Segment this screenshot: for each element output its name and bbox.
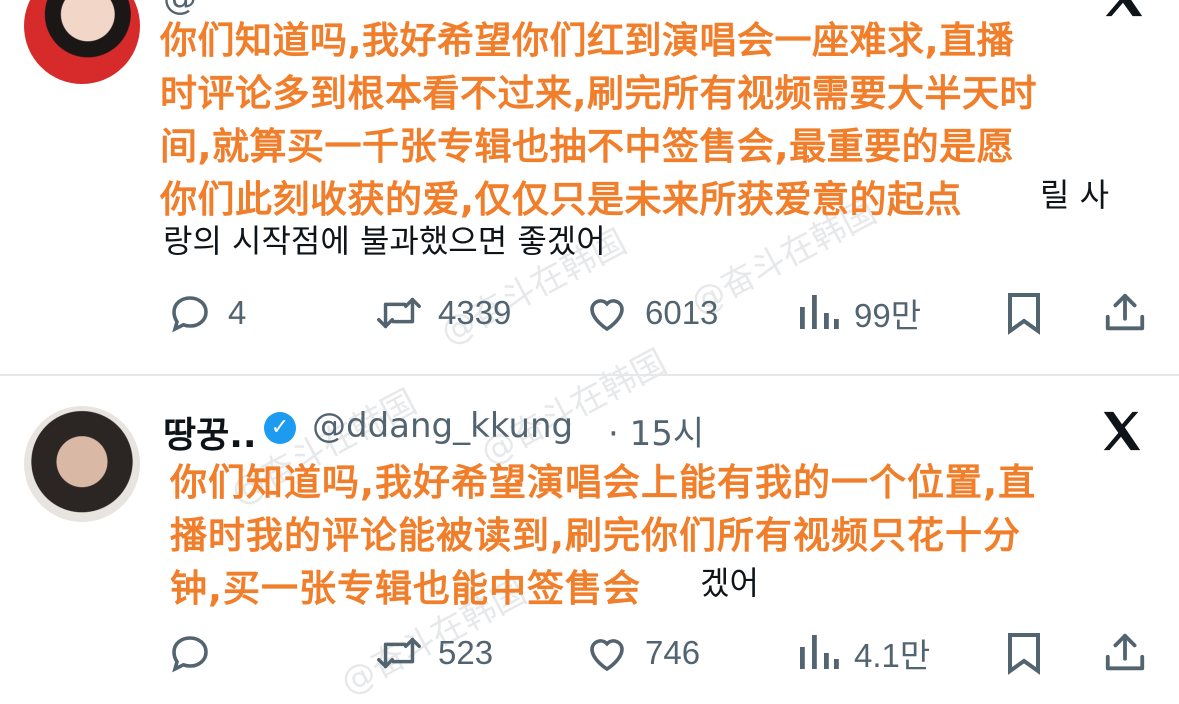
- user-handle[interactable]: @ddang_kkung: [312, 406, 573, 446]
- reply-icon: [172, 636, 208, 673]
- reply-icon: [172, 296, 208, 333]
- x-logo-icon: [1105, 0, 1143, 17]
- overlay-line: 播时我的评论能被读到,刷完你们所有视频只花十分: [170, 514, 1022, 557]
- retweet-button[interactable]: 4339: [374, 288, 511, 338]
- timestamp[interactable]: · 15시: [608, 406, 704, 455]
- tweet-card[interactable]: 땅꿍.. ✓ @ddang_kkung · 15시 你们知道吗,我好希望演唱会上…: [0, 376, 1179, 692]
- avatar[interactable]: [24, 406, 140, 522]
- overlay-line: 时评论多到根本看不过来,刷完所有视频需要大半天时: [160, 72, 1038, 115]
- views-button[interactable]: 99만: [796, 288, 921, 338]
- overlay-text: 你们知道吗,我好希望你们红到演唱会一座难求,直播 时评论多到根本看不过来,刷完所…: [160, 14, 1037, 226]
- tweet-text: 릴 사: [1040, 176, 1110, 214]
- views-count: 99만: [854, 297, 922, 334]
- share-icon: [1105, 293, 1145, 331]
- reply-button[interactable]: [166, 628, 228, 678]
- retweet-icon: [377, 297, 421, 329]
- action-bar: 4 4339 6013 99만: [0, 288, 1179, 338]
- bookmark-icon: [1008, 293, 1040, 335]
- views-button[interactable]: 4.1만: [796, 628, 930, 678]
- reply-button[interactable]: 4: [166, 288, 246, 338]
- retweet-icon: [377, 637, 421, 669]
- like-icon: [590, 299, 624, 332]
- verified-badge-icon: ✓: [264, 412, 296, 444]
- views-count: 4.1만: [854, 637, 931, 674]
- overlay-line: 你们知道吗,我好希望你们红到演唱会一座难求,直播: [160, 19, 1015, 62]
- like-button[interactable]: 746: [583, 628, 700, 678]
- views-icon: [800, 635, 839, 669]
- share-button[interactable]: [1102, 628, 1148, 678]
- share-icon: [1105, 633, 1145, 671]
- like-count: 746: [645, 634, 701, 671]
- tweet-text: 랑의 시작점에 불과했으면 좋겠어: [163, 222, 606, 260]
- overlay-line: 钟,买一张专辑也能中签售会: [170, 567, 642, 610]
- overlay-text: 你们知道吗,我好希望演唱会上能有我的一个位置,直 播时我的评论能被读到,刷完你们…: [170, 456, 1036, 615]
- like-count: 6013: [645, 294, 719, 331]
- avatar[interactable]: [24, 0, 140, 84]
- share-button[interactable]: [1102, 288, 1148, 338]
- like-icon: [590, 639, 624, 672]
- retweet-count: 4339: [438, 294, 512, 331]
- bookmark-button[interactable]: [1002, 288, 1046, 338]
- x-logo-icon: [1103, 411, 1141, 451]
- display-name[interactable]: 땅꿍..: [163, 406, 257, 458]
- action-bar: 523 746 4.1만: [0, 628, 1179, 678]
- overlay-line: 间,就算买一千张专辑也抽不中签售会,最重要的是愿: [160, 125, 1015, 168]
- bookmark-button[interactable]: [1002, 628, 1046, 678]
- bookmark-icon: [1008, 633, 1040, 675]
- retweet-count: 523: [438, 634, 494, 671]
- retweet-button[interactable]: 523: [374, 628, 493, 678]
- tweet-card[interactable]: @ 你们知道吗,我好希望你们红到演唱会一座难求,直播 时评论多到根本看不过来,刷…: [0, 0, 1179, 374]
- overlay-line: 你们知道吗,我好希望演唱会上能有我的一个位置,直: [170, 461, 1037, 504]
- like-button[interactable]: 6013: [583, 288, 718, 338]
- tweet-text: 겠어: [700, 564, 759, 602]
- reply-count: 4: [228, 294, 247, 331]
- views-icon: [800, 295, 839, 329]
